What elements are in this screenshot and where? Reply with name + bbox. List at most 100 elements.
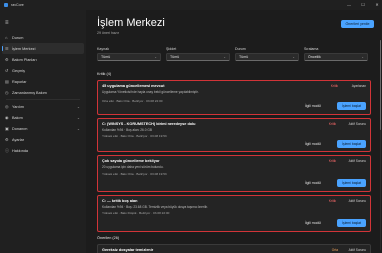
window-controls: — ☐ ✕ — [346, 1, 380, 9]
scrollbar-thumb[interactable] — [379, 40, 381, 130]
home-icon: ⌂ — [5, 35, 8, 40]
chevron-down-icon: ⌄ — [223, 55, 226, 59]
related-module-link[interactable]: İlgili modül — [305, 142, 321, 146]
status-badge: Aktif Sorunu — [348, 199, 366, 203]
sidebar-item-donanim[interactable]: ▣ Donanım ⌄ — [2, 123, 84, 134]
related-module-link[interactable]: İlgili modül — [305, 104, 321, 108]
minimize-button[interactable]: — — [346, 1, 352, 9]
card-title: Gereksiz dosyalar temizlenir — [102, 248, 154, 252]
suggestion-card: C: — kritik boş alan Kullanılan %94 · Bo… — [97, 195, 371, 232]
list-icon: ☰ — [5, 46, 9, 51]
critical-section-title: Kritik (4) — [97, 72, 112, 76]
sidebar-item-label: Raporlar — [12, 79, 27, 84]
suggestion-card: Çok sayıda güncelleme bekliyor 20 uygula… — [97, 155, 371, 192]
status-badge: Aktif Sorunu — [348, 248, 366, 252]
sidebar-item-bakim[interactable]: ◉ Bakım ⌄ — [2, 112, 84, 123]
title-bar: ravCore — ☐ ✕ — [0, 0, 382, 10]
sidebar-item-label: Donanım — [12, 126, 28, 131]
sidebar-item-zamanlanmis-bakim[interactable]: ◷ Zamanlanmış Bakım — [2, 87, 84, 98]
suggestion-card: 45 uygulama güncellemesi mevcut Uygulama… — [97, 80, 371, 115]
close-button[interactable]: ✕ — [374, 1, 380, 9]
sidebar-nav: ⌂ Durum ☰ İşlem Merkezi ⚙ Bakım Planları… — [2, 32, 84, 156]
sidebar-item-islem-merkezi[interactable]: ☰ İşlem Merkezi — [2, 43, 84, 54]
card-description: Kullanılan %94 · Boş alan: 26.0 GB — [102, 128, 152, 132]
start-action-button[interactable]: İşlemi başlat — [337, 219, 366, 227]
filter-label: Şiddet — [166, 47, 177, 51]
filter-severity: Şiddet Tümü ⌄ — [166, 47, 230, 61]
card-meta: Yüksek etki · Bakı Düşük · Belirlyor · 0… — [102, 211, 170, 215]
info-icon: ⓘ — [5, 147, 9, 153]
suggestion-card: Gereksiz dosyalar temizlenir Orta Aktif … — [97, 244, 371, 253]
start-action-button[interactable]: İşlemi başlat — [337, 179, 366, 187]
card-description: 20 uygulama için daha yeni sürüm bulundu… — [102, 165, 164, 169]
sidebar-item-ayarlar[interactable]: ⚙ Ayarlar — [2, 134, 84, 145]
status-badge: Aktif Sorunu — [348, 159, 366, 163]
card-description: Uygulama Yöneticisi'nde hayla onay bekil… — [102, 90, 199, 94]
sidebar-item-raporlar[interactable]: ▤ Raporlar — [2, 76, 84, 87]
card-meta: Orta etki · Bakı Orta · Belirlyor · 03.0… — [102, 99, 163, 103]
card-meta: Yüksek etki · Bakı Orta · Belirlyor · 03… — [102, 134, 167, 138]
report-icon: ▤ — [5, 79, 9, 84]
history-icon: ↺ — [5, 68, 9, 73]
main-content: İşlem Merkezi 29 öneri hazır Önerileri y… — [86, 10, 382, 253]
filter-status: Durum Tümü ⌄ — [235, 47, 299, 61]
sidebar-divider — [6, 99, 80, 100]
sidebar-item-label: İşlem Merkezi — [12, 46, 36, 51]
card-meta: Yüksek etki · Bakı Orta · Belirlyor · 03… — [102, 172, 167, 176]
page-title: İşlem Merkezi — [97, 17, 165, 29]
maintenance-icon: ◉ — [5, 115, 9, 120]
maximize-button[interactable]: ☐ — [360, 1, 366, 9]
filter-bar: Kaynak Tümü ⌄ Şiddet Tümü ⌄ Durum Tümü ⌄… — [97, 47, 373, 61]
filter-label: Durum — [235, 47, 246, 51]
sidebar-item-yardim[interactable]: ◎ Yardım ⌄ — [2, 101, 84, 112]
severity-badge: Kritik — [328, 199, 336, 203]
severity-select[interactable]: Tümü ⌄ — [166, 53, 230, 61]
scrollbar[interactable] — [379, 40, 381, 250]
filter-label: Kaynak — [97, 47, 109, 51]
start-action-button[interactable]: İşlemi başlat — [337, 140, 366, 148]
sidebar-item-durum[interactable]: ⌂ Durum — [2, 32, 84, 43]
sidebar-item-label: Yardım — [12, 104, 24, 109]
card-title: Çok sayıda güncelleme bekliyor — [102, 159, 160, 163]
sidebar-item-label: Ayarlar — [12, 137, 24, 142]
sidebar-item-label: Hakkında — [12, 148, 29, 153]
gear-icon: ⚙ — [5, 57, 9, 62]
chevron-down-icon: ⌄ — [76, 115, 80, 120]
page-subtitle: 29 öneri hazır — [97, 31, 119, 35]
card-description: Kullanılan %94 · Boş: 23.68 GB. Temizlik… — [102, 205, 208, 209]
select-value: Tümü — [239, 55, 249, 59]
refresh-suggestions-button[interactable]: Önerileri yenile — [341, 20, 374, 28]
app-logo-icon — [4, 3, 8, 7]
related-module-link[interactable]: İlgili modül — [305, 181, 321, 185]
select-value: Önceliik — [308, 55, 321, 59]
severity-badge: Kritik — [330, 84, 338, 88]
chevron-down-icon: ⌄ — [76, 126, 80, 131]
select-value: Tümü — [170, 55, 180, 59]
hamburger-icon[interactable]: ≡ — [5, 20, 9, 26]
card-title: 45 uygulama güncellemesi mevcut — [102, 84, 165, 88]
severity-badge: Orta — [331, 248, 338, 252]
related-module-link[interactable]: İlgili modül — [305, 221, 321, 225]
sidebar-item-gecmis[interactable]: ↺ Geçmiş — [2, 65, 84, 76]
source-select[interactable]: Tümü ⌄ — [97, 53, 161, 61]
status-badge: Aktif Sorunu — [348, 122, 366, 126]
chevron-down-icon: ⌄ — [154, 55, 157, 59]
sidebar-item-label: Bakım Planları — [12, 57, 37, 62]
help-icon: ◎ — [5, 104, 9, 109]
sidebar-item-label: Durum — [12, 35, 24, 40]
sidebar-item-label: Zamanlanmış Bakım — [12, 90, 47, 95]
filter-source: Kaynak Tümü ⌄ — [97, 47, 161, 61]
clock-icon: ◷ — [5, 90, 9, 95]
settings-icon: ⚙ — [5, 137, 9, 142]
sort-select[interactable]: Önceliik ⌄ — [304, 53, 368, 61]
recommended-section-title: Önerilen (26) — [97, 236, 120, 240]
filter-label: Sıralama — [304, 47, 319, 51]
card-title: C: (WINSYS - KORUMSTECH) birimi neredeys… — [102, 122, 196, 126]
sidebar-item-hakkinda[interactable]: ⓘ Hakkında — [2, 145, 84, 156]
sidebar-item-bakim-planlari[interactable]: ⚙ Bakım Planları — [2, 54, 84, 65]
chevron-down-icon: ⌄ — [292, 55, 295, 59]
status-select[interactable]: Tümü ⌄ — [235, 53, 299, 61]
start-action-button[interactable]: İşlemi başlat — [337, 102, 366, 110]
status-badge: Ayarlanan — [351, 84, 366, 88]
sidebar-item-label: Geçmiş — [12, 68, 25, 73]
